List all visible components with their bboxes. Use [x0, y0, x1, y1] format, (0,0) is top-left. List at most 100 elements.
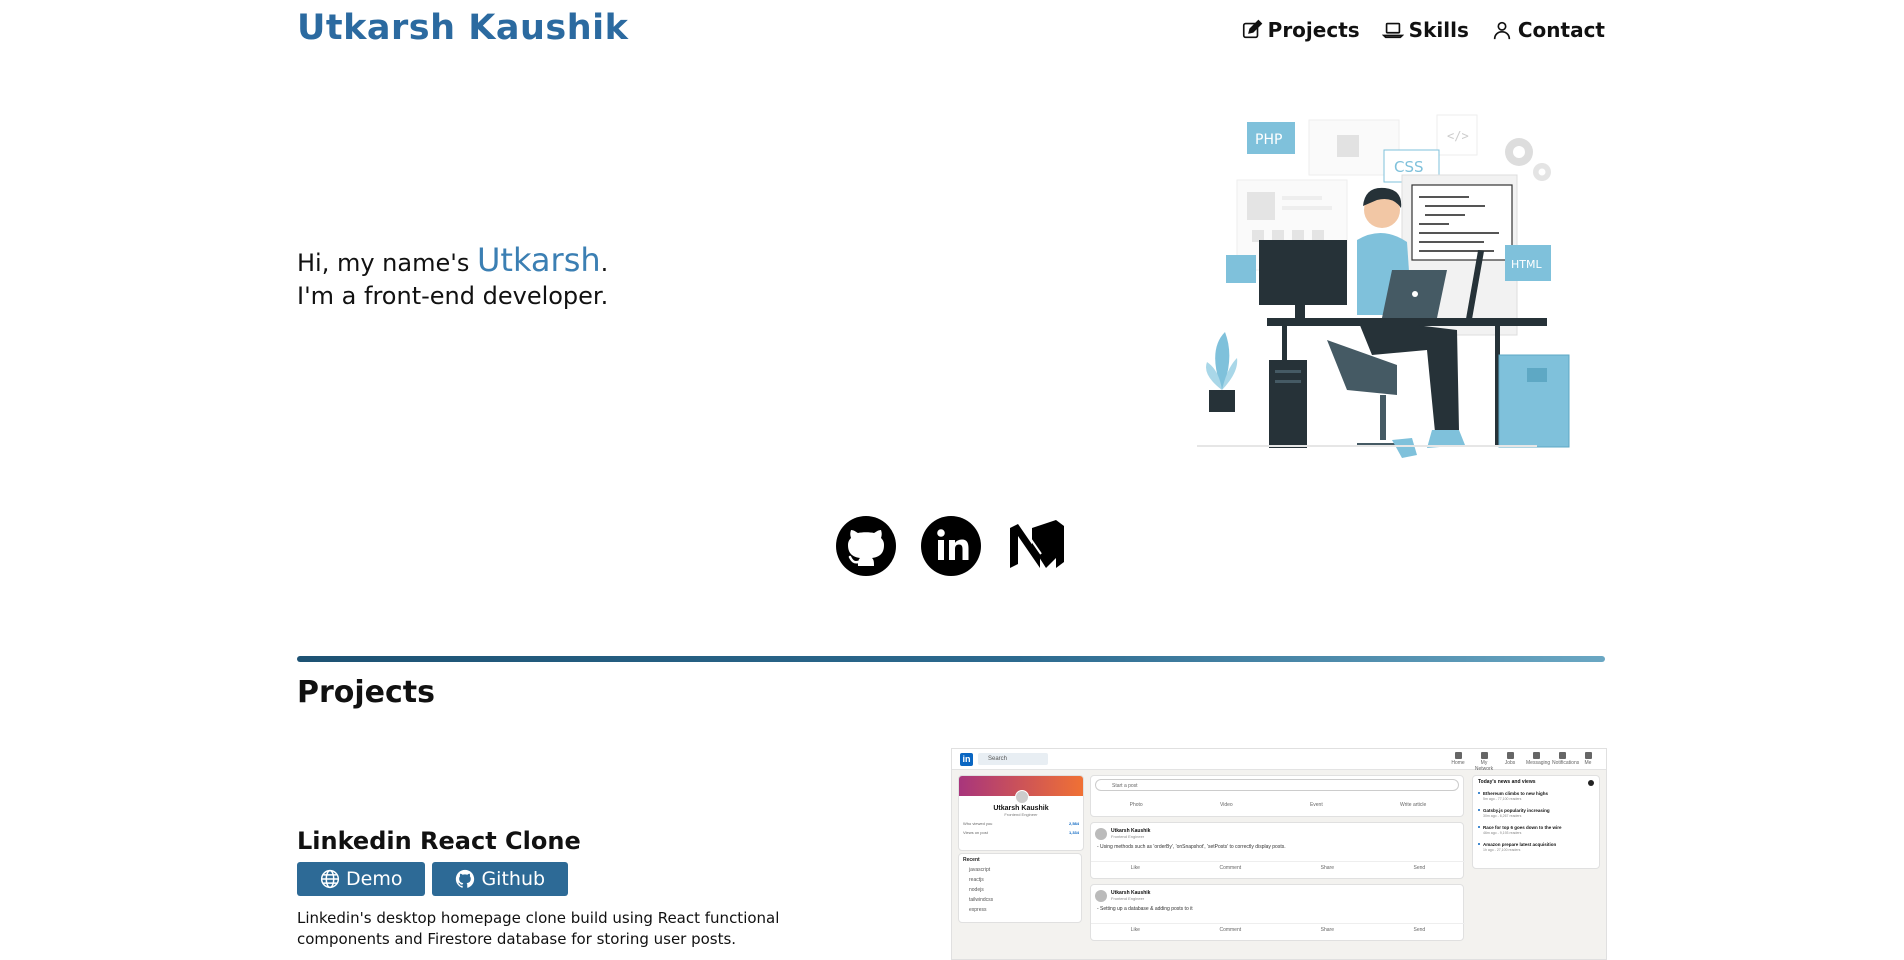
laptop-icon: [1381, 22, 1404, 39]
person-icon: [1493, 21, 1511, 40]
li-post-role: Frontend Engineer: [1111, 896, 1145, 901]
site-header: Utkarsh Kaushik Projects Skills Contact: [297, 0, 1605, 62]
li-news-item: Race for top 6 goes down to the wire: [1478, 825, 1594, 830]
demo-button-label: Demo: [346, 868, 403, 890]
developer-illustration: </> PHP CSS HTML: [1197, 114, 1570, 458]
li-profile-role: Frontend Engineer: [1004, 812, 1038, 817]
linkedin-logo-icon: in: [960, 753, 973, 766]
li-profile-name: Utkarsh Kaushik: [993, 805, 1049, 812]
li-recent-item: reactjs: [969, 877, 984, 883]
nav-projects[interactable]: Projects: [1241, 18, 1360, 42]
hero-tagline: I'm a front-end developer.: [297, 282, 609, 310]
github-icon: [456, 869, 475, 888]
svg-text:</>: </>: [1447, 129, 1469, 143]
li-news-item: Ethereum climbs to new highs: [1478, 791, 1594, 796]
li-start-post: Start a post: [1095, 779, 1459, 791]
avatar: [1015, 790, 1029, 804]
hero-greeting-suffix: .: [600, 249, 609, 277]
github-icon: [836, 516, 896, 576]
li-search: Search: [978, 753, 1048, 765]
li-nav-item: Jobs: [1500, 751, 1520, 772]
li-recent-item: tailwindcss: [969, 897, 994, 903]
li-action: Event: [1309, 802, 1323, 808]
li-stat-label: Who viewed you: [963, 821, 993, 826]
avatar: [1095, 890, 1107, 902]
html-label: HTML: [1511, 258, 1542, 271]
nav-projects-label: Projects: [1267, 18, 1360, 42]
li-post-text: - Setting up a database & adding posts t…: [1097, 906, 1193, 912]
nav-skills-label: Skills: [1408, 18, 1469, 42]
page: Utkarsh Kaushik Projects Skills Contact …: [297, 0, 1607, 960]
li-news-meta: 30m ago - 6,267 readers: [1483, 814, 1522, 818]
li-post-reactions: Like Comment Share Send: [1091, 861, 1465, 871]
project-buttons: Demo Github: [297, 862, 569, 896]
li-reaction: Send: [1413, 865, 1426, 871]
li-post-reactions: Like Comment Share Send: [1091, 923, 1465, 933]
li-reaction: Like: [1130, 865, 1140, 871]
pencil-square-icon: [1242, 19, 1262, 39]
li-start-post-card: Start a post Photo Video Event Write art…: [1090, 775, 1464, 817]
css-label: CSS: [1394, 158, 1424, 176]
li-reaction: Like: [1130, 927, 1140, 933]
li-reaction: Send: [1413, 927, 1426, 933]
li-recent-item: javascript: [969, 867, 991, 873]
li-nav-item: Messaging: [1526, 751, 1550, 772]
li-recent-card: Recent javascript reactjs nodejs tailwin…: [958, 853, 1082, 923]
li-reaction: Share: [1320, 865, 1334, 871]
li-news-title: Today's news and views: [1478, 779, 1594, 785]
li-news-meta: 5m ago - 77,100 readers: [1483, 797, 1522, 801]
li-action: Write article: [1400, 802, 1427, 808]
li-nav-item: My Network: [1474, 751, 1494, 772]
li-topbar: in Search Home My Network Jobs Messaging…: [952, 749, 1606, 772]
nav-skills[interactable]: Skills: [1381, 18, 1469, 42]
li-feed: Start a post Photo Video Event Write art…: [1090, 775, 1465, 946]
php-label: PHP: [1255, 132, 1282, 148]
medium-icon: [1010, 520, 1064, 568]
medium-link[interactable]: [1006, 516, 1066, 576]
li-post-text: - Using methods such as 'orderBy', 'onSn…: [1097, 844, 1286, 850]
globe-icon: [320, 869, 340, 889]
li-recent-item: nodejs: [969, 887, 984, 893]
li-stat: Who viewed you 2,584: [959, 821, 1083, 826]
demo-button[interactable]: Demo: [297, 862, 426, 896]
project-description: Linkedin's desktop homepage clone build …: [297, 909, 780, 948]
li-post-actions: Photo Video Event Write article: [1091, 802, 1465, 808]
li-post: Utkarsh Kaushik Frontend Engineer - Sett…: [1090, 884, 1465, 941]
li-nav-item: Home: [1448, 751, 1468, 772]
nav-contact[interactable]: Contact: [1491, 18, 1605, 42]
linkedin-icon: [921, 516, 981, 576]
li-stat-value: 1,334: [1068, 830, 1079, 835]
li-post: Utkarsh Kaushik Frontend Engineer - Usin…: [1090, 822, 1465, 879]
section-divider: [297, 656, 1605, 662]
li-recent-item: express: [969, 907, 987, 913]
li-post-role: Frontend Engineer: [1111, 834, 1145, 839]
li-news-meta: 1h ago - 27,100 readers: [1483, 848, 1521, 852]
li-action: Video: [1219, 802, 1233, 808]
hero-greeting: Hi, my name's Utkarsh.: [297, 244, 608, 280]
li-reaction: Share: [1320, 927, 1334, 933]
projects-heading: Projects: [297, 675, 436, 710]
nav-contact-label: Contact: [1517, 18, 1605, 42]
li-nav-item: Notifications: [1552, 751, 1579, 772]
github-link[interactable]: [836, 516, 896, 576]
site-title[interactable]: Utkarsh Kaushik: [297, 8, 628, 48]
li-stat-label: Views on post: [963, 830, 988, 835]
github-button[interactable]: Github: [432, 862, 569, 896]
linkedin-link[interactable]: [921, 516, 981, 576]
li-news-meta: 46m ago - 9,193 readers: [1483, 831, 1522, 835]
hero-name: Utkarsh: [476, 241, 601, 279]
li-news-item: Amazon prepare latest acquisition: [1478, 842, 1594, 847]
li-news-item: Gatsby.js popularity increasing: [1478, 808, 1594, 813]
li-profile-card: Utkarsh Kaushik Frontend Engineer Who vi…: [958, 775, 1084, 851]
project-screenshot[interactable]: in Search Home My Network Jobs Messaging…: [951, 748, 1607, 960]
li-reaction: Comment: [1219, 927, 1242, 933]
social-links: [836, 516, 1066, 576]
github-button-label: Github: [481, 868, 546, 890]
li-nav: Home My Network Jobs Messaging Notificat…: [1448, 751, 1598, 772]
project-title: Linkedin React Clone: [297, 827, 581, 855]
avatar: [1095, 828, 1107, 840]
hero-intro: Hi, my name's Utkarsh. I'm a front-end d…: [297, 244, 608, 313]
hero-greeting-prefix: Hi, my name's: [297, 249, 477, 277]
li-stat-value: 2,584: [1068, 821, 1079, 826]
main-nav: Projects Skills Contact: [1241, 18, 1605, 42]
